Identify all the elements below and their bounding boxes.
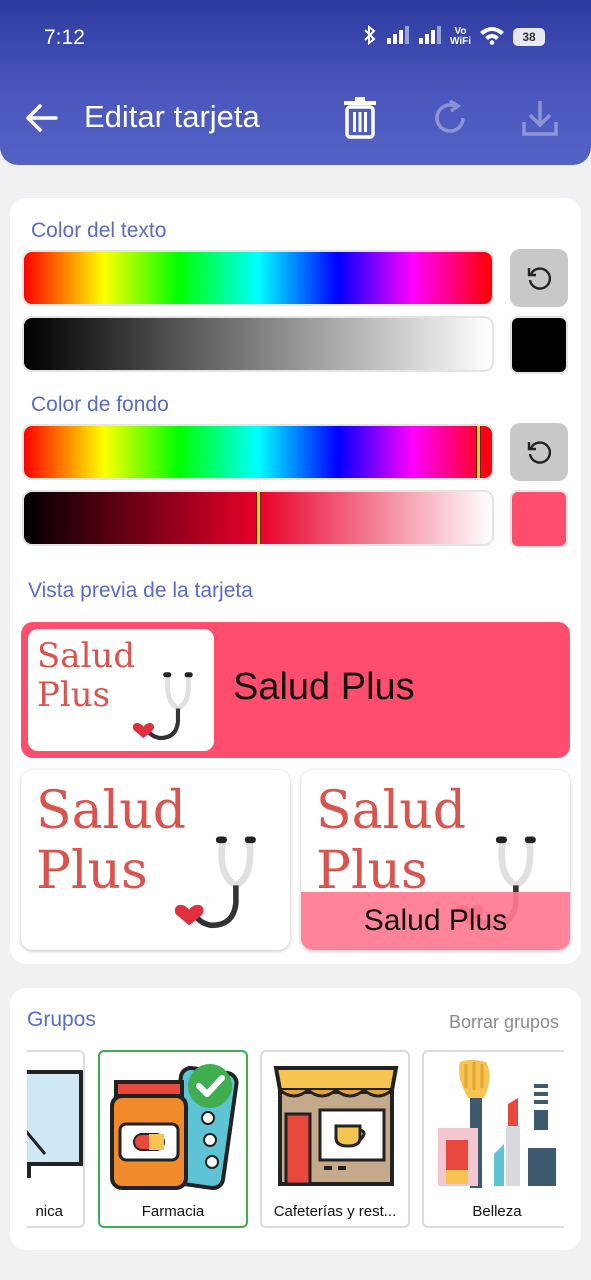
vowifi-indicator: Vo WiFi xyxy=(449,25,471,47)
group-tile-electronics[interactable]: nica xyxy=(27,1050,85,1228)
wifi-icon xyxy=(479,25,505,48)
reset-icon xyxy=(527,267,552,290)
bg-hue-slider[interactable] xyxy=(22,424,494,480)
bg-color-reset-button[interactable] xyxy=(510,423,568,481)
text-color-label: Color del texto xyxy=(31,219,167,242)
download-button[interactable] xyxy=(517,95,563,141)
group-tile-label: Belleza xyxy=(472,1203,522,1220)
trash-icon xyxy=(344,97,376,139)
bluetooth-icon xyxy=(362,24,378,49)
text-color-swatch xyxy=(510,316,568,374)
text-color-reset-button[interactable] xyxy=(510,249,568,307)
groups-carousel[interactable]: nica Farmacia Cafeterías y rest... Belle… xyxy=(27,988,564,1250)
delete-button[interactable] xyxy=(337,95,383,141)
makeup-icon xyxy=(438,1060,556,1188)
bg-color-label: Color de fondo xyxy=(31,393,169,416)
status-time: 7:12 xyxy=(44,26,85,49)
page-title: Editar tarjeta xyxy=(84,99,260,134)
bg-hue-handle[interactable] xyxy=(476,426,481,478)
group-tile-belleza[interactable]: Belleza xyxy=(422,1050,564,1228)
bg-brightness-slider[interactable] xyxy=(22,490,494,546)
pharmacy-icon xyxy=(110,1064,239,1191)
group-tile-label: Farmacia xyxy=(141,1203,205,1220)
cafe-icon xyxy=(273,1066,399,1186)
preview-label: Vista previa de la tarjeta xyxy=(28,579,253,602)
card-editor: Color del texto Color de fondo Vista pre… xyxy=(10,198,581,964)
signal-icon-2 xyxy=(418,25,442,48)
logo-thumbnail: Salud Plus xyxy=(28,629,214,751)
logo-text: Salud Plus xyxy=(37,636,136,716)
status-icons: Vo WiFi 38 xyxy=(362,24,545,49)
group-tile-label: nica xyxy=(35,1203,63,1220)
text-hue-slider[interactable] xyxy=(22,250,494,306)
logo-text: Salud Plus xyxy=(36,781,187,901)
group-tile-label: Cafeterías y rest... xyxy=(273,1203,397,1220)
group-tile-cafeterias[interactable]: Cafeterías y rest... xyxy=(260,1050,410,1228)
preview-wide-card: Salud Plus Salud Plus xyxy=(21,622,570,758)
redo-button[interactable] xyxy=(427,95,473,141)
preview-banner-card: Salud Plus Salud Plus xyxy=(301,770,570,950)
preview-card-name: Salud Plus xyxy=(233,666,415,708)
text-brightness-slider[interactable] xyxy=(22,316,494,372)
stethoscope-icon xyxy=(174,836,256,929)
battery-indicator: 38 xyxy=(513,27,545,46)
logo-text: Salud Plus xyxy=(316,781,467,901)
back-arrow-icon xyxy=(26,104,58,132)
screen-icon xyxy=(27,1070,83,1178)
refresh-icon xyxy=(435,99,465,133)
signal-icon xyxy=(386,25,410,48)
back-button[interactable] xyxy=(22,96,62,140)
bg-brightness-handle[interactable] xyxy=(256,492,261,544)
card-groups: Grupos Borrar grupos nica Farmacia Cafet… xyxy=(10,988,581,1250)
app-bar: 7:12 Vo WiFi 38 Editar tarjeta xyxy=(0,0,591,165)
preview-logo-card: Salud Plus xyxy=(21,770,290,950)
reset-icon xyxy=(527,441,552,464)
download-icon xyxy=(522,101,558,136)
preview-banner-name: Salud Plus xyxy=(363,904,508,937)
bg-color-swatch xyxy=(510,490,568,548)
stethoscope-icon xyxy=(132,672,193,741)
group-tile-farmacia[interactable]: Farmacia xyxy=(98,1050,248,1228)
